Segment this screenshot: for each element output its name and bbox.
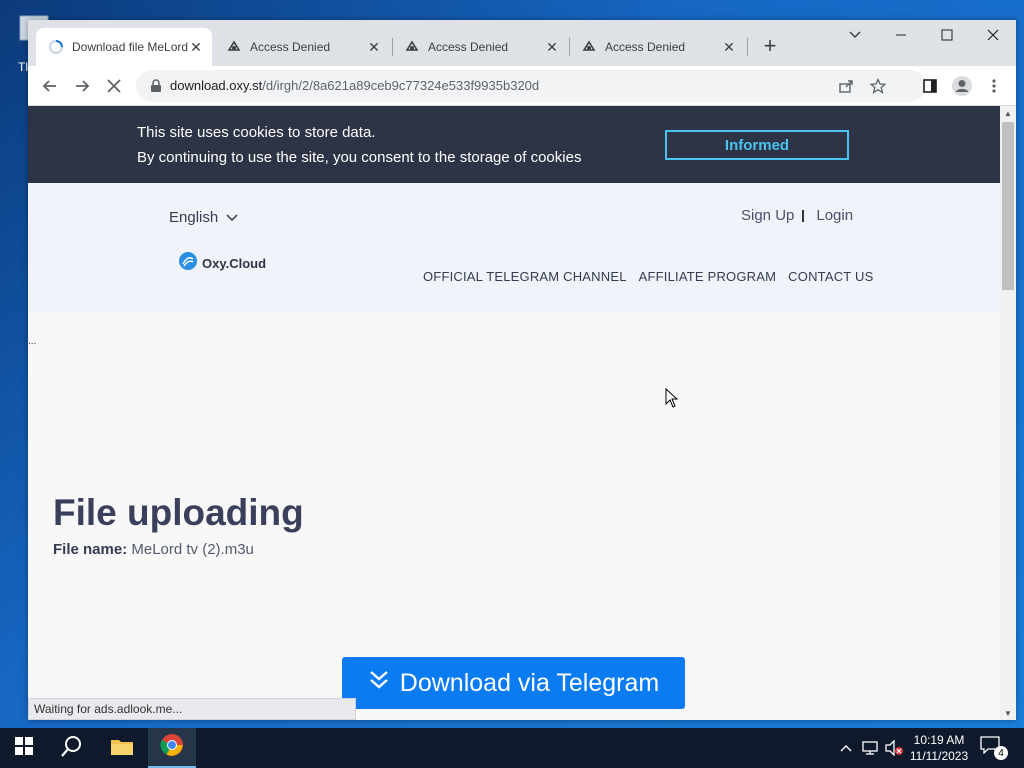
tab-divider xyxy=(747,38,748,56)
start-button[interactable] xyxy=(0,728,48,768)
stop-loading-button[interactable] xyxy=(100,72,128,100)
cloudflare-icon xyxy=(226,39,242,55)
close-icon[interactable]: ✕ xyxy=(544,39,560,55)
file-name-label: File name: xyxy=(53,541,128,558)
download-telegram-button[interactable]: Download via Telegram xyxy=(342,657,685,709)
main-nav: OFFICIAL TELEGRAM CHANNEL AFFILIATE PROG… xyxy=(423,269,873,284)
cloudflare-icon xyxy=(404,39,420,55)
scrollbar-thumb[interactable] xyxy=(1002,122,1014,290)
site-header: English Sign Up Login Oxy.Cloud OFFICIAL… xyxy=(28,183,1000,313)
file-name-value: MeLord tv (2).m3u xyxy=(131,541,254,558)
auth-links: Sign Up Login xyxy=(741,207,853,224)
bookmark-star-icon[interactable] xyxy=(868,76,888,96)
profile-avatar-icon[interactable] xyxy=(948,72,976,100)
side-panel-icon[interactable] xyxy=(916,72,944,100)
cookie-message: This site uses cookies to store data. By… xyxy=(137,120,581,170)
chevron-down-icon xyxy=(226,209,238,226)
scroll-down-arrow-icon[interactable]: ▼ xyxy=(1000,706,1016,720)
logo-text: Oxy.Cloud xyxy=(202,256,267,271)
url-host: download.oxy.st xyxy=(170,78,263,93)
windows-logo-icon xyxy=(15,736,33,760)
browser-window: Download file MeLord tv (2).m3u ✕ Access… xyxy=(28,20,1016,720)
double-chevron-down-icon xyxy=(368,669,390,698)
tab-title: Access Denied xyxy=(605,40,686,54)
taskbar: 10:19 AM 11/11/2023 4 xyxy=(0,728,1024,768)
cookie-line-1: This site uses cookies to store data. xyxy=(137,124,376,141)
chrome-taskbar-button[interactable] xyxy=(148,728,196,768)
tab-download-file[interactable]: Download file MeLord tv (2).m3u ✕ xyxy=(36,28,212,66)
folder-icon xyxy=(110,736,134,761)
nav-telegram-channel[interactable]: OFFICIAL TELEGRAM CHANNEL xyxy=(423,269,627,284)
cookie-banner: This site uses cookies to store data. By… xyxy=(28,106,1000,183)
cloudflare-icon xyxy=(581,39,597,55)
cookie-accept-button[interactable]: Informed xyxy=(665,130,849,160)
chevron-down-icon[interactable] xyxy=(844,24,866,46)
close-icon[interactable]: ✕ xyxy=(188,39,204,55)
notification-count-badge: 4 xyxy=(994,746,1008,760)
close-icon[interactable]: ✕ xyxy=(721,39,737,55)
tab-strip: Download file MeLord tv (2).m3u ✕ Access… xyxy=(28,20,1016,66)
maximize-button[interactable] xyxy=(924,20,970,50)
vertical-scrollbar[interactable]: ▲ ▼ xyxy=(1000,106,1016,720)
file-explorer-button[interactable] xyxy=(98,728,146,768)
clock-date: 11/11/2023 xyxy=(909,749,969,763)
url-path: /d/irgh/2/8a621a89ceb9c77324e533f9935b32… xyxy=(262,78,540,93)
site-logo[interactable]: Oxy.Cloud xyxy=(178,251,266,276)
oxy-cloud-logo-icon xyxy=(178,251,198,276)
desktop-shortcut-label: Tl xyxy=(18,60,28,74)
mouse-cursor-icon xyxy=(665,387,679,408)
browser-toolbar: download.oxy.st/d/irgh/2/8a621a89ceb9c77… xyxy=(28,66,1016,106)
sign-up-link[interactable]: Sign Up xyxy=(741,207,794,224)
file-name-row: File name: MeLord tv (2).m3u xyxy=(53,541,254,558)
back-button[interactable] xyxy=(36,72,64,100)
divider xyxy=(802,209,805,222)
action-center-button[interactable]: 4 xyxy=(980,736,1008,760)
status-bar: Waiting for ads.adlook.me... xyxy=(28,698,356,720)
close-window-button[interactable] xyxy=(970,20,1016,50)
system-clock[interactable]: 10:19 AM 11/11/2023 xyxy=(900,732,978,764)
clock-time: 10:19 AM xyxy=(913,733,965,747)
lock-icon[interactable] xyxy=(148,78,164,94)
tab-access-denied-3[interactable]: Access Denied ✕ xyxy=(569,28,745,66)
tab-title: Access Denied xyxy=(250,40,331,54)
chrome-icon xyxy=(160,733,184,762)
nav-affiliate-program[interactable]: AFFILIATE PROGRAM xyxy=(639,269,777,284)
search-icon xyxy=(61,735,83,762)
loading-spinner-icon xyxy=(48,39,64,55)
language-selector[interactable]: English xyxy=(169,209,238,226)
page-title: File uploading xyxy=(53,492,304,533)
download-button-label: Download via Telegram xyxy=(399,668,660,697)
new-tab-button[interactable]: + xyxy=(758,33,782,58)
ellipsis-text: ... xyxy=(28,336,37,347)
search-button[interactable] xyxy=(48,728,96,768)
tab-title: Download file MeLord tv (2).m3u xyxy=(72,40,188,54)
forward-button[interactable] xyxy=(68,72,96,100)
cookie-line-2: By continuing to use the site, you conse… xyxy=(137,149,582,166)
tab-access-denied-1[interactable]: Access Denied ✕ xyxy=(214,28,390,66)
url-text: download.oxy.st/d/irgh/2/8a621a89ceb9c77… xyxy=(170,78,539,93)
minimize-button[interactable] xyxy=(878,20,924,50)
nav-contact-us[interactable]: CONTACT US xyxy=(788,269,873,284)
tab-title: Access Denied xyxy=(428,40,509,54)
close-icon[interactable]: ✕ xyxy=(366,39,382,55)
address-bar[interactable]: download.oxy.st/d/irgh/2/8a621a89ceb9c77… xyxy=(136,70,926,102)
network-icon[interactable] xyxy=(860,738,880,758)
page-viewport: This site uses cookies to store data. By… xyxy=(28,106,1000,720)
tab-access-denied-2[interactable]: Access Denied ✕ xyxy=(392,28,568,66)
scroll-up-arrow-icon[interactable]: ▲ xyxy=(1000,106,1016,120)
language-label: English xyxy=(169,209,219,226)
login-link[interactable]: Login xyxy=(816,207,853,224)
share-icon[interactable] xyxy=(836,76,856,96)
chevron-up-icon[interactable] xyxy=(836,738,856,758)
more-menu-icon[interactable] xyxy=(980,72,1008,100)
